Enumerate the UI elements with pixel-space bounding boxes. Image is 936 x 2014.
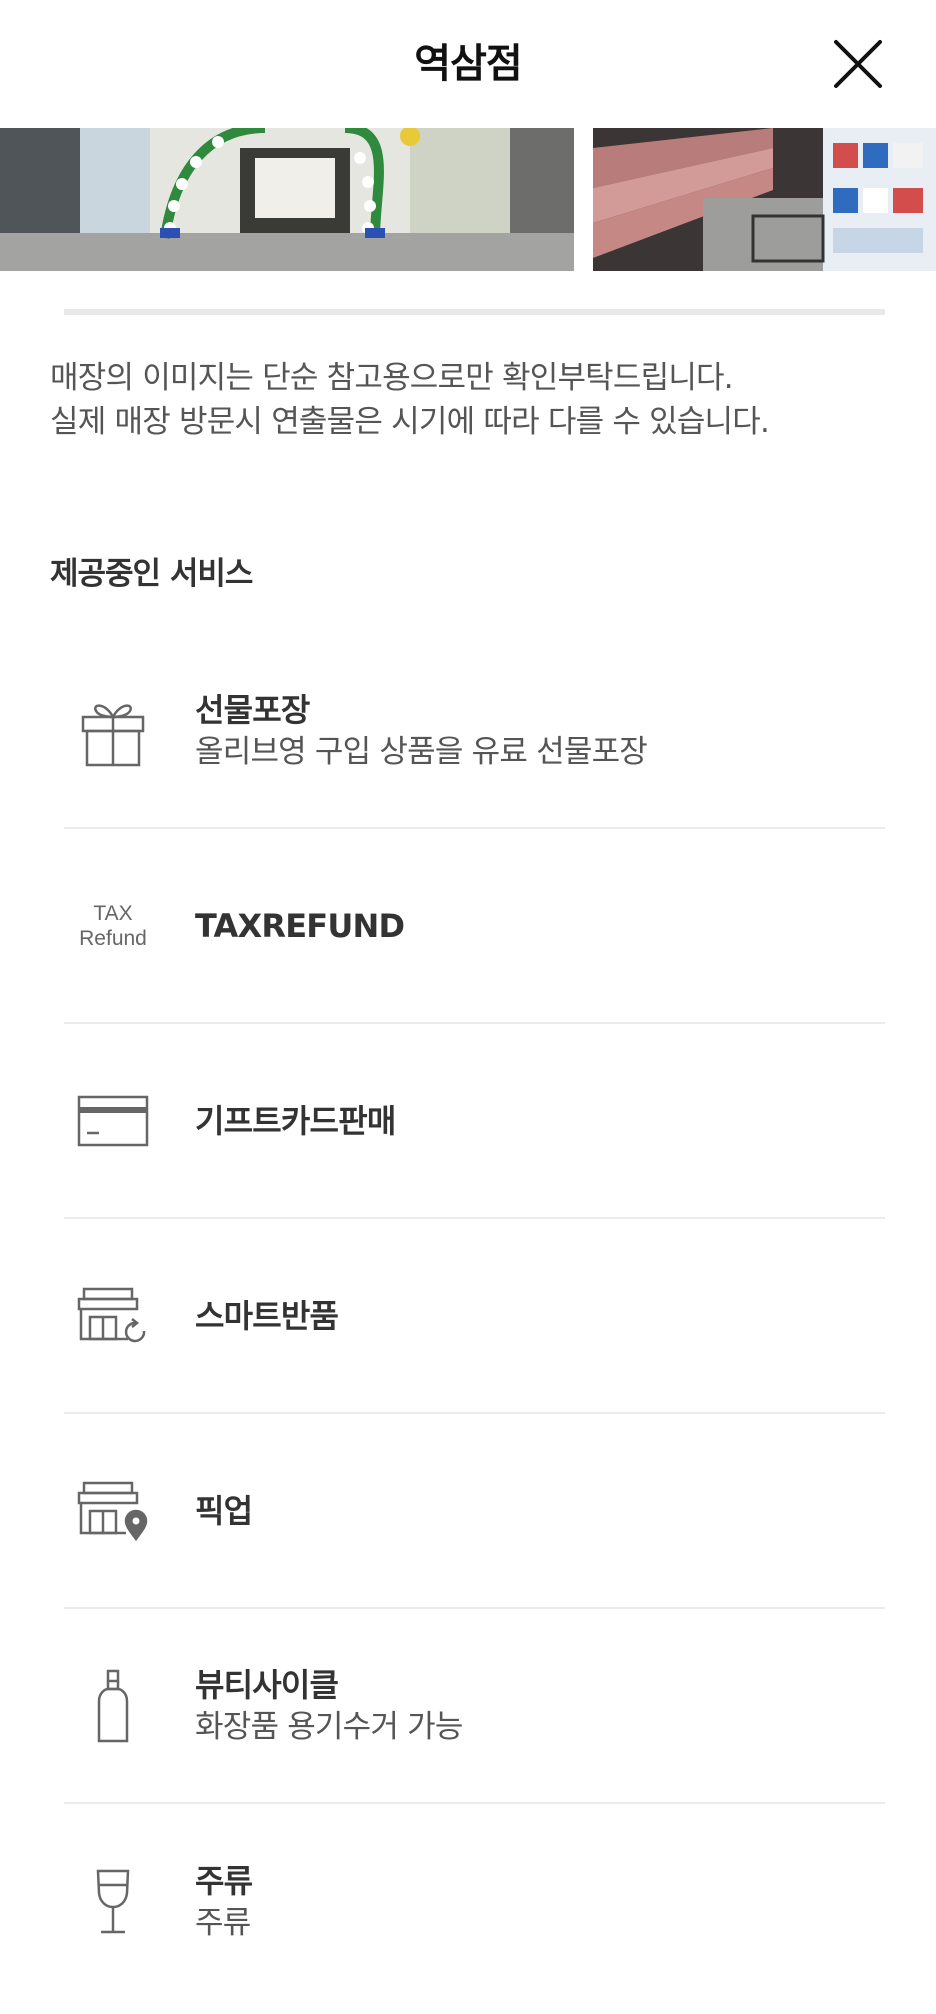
gift-icon <box>74 692 152 770</box>
service-list: 선물포장 올리브영 구입 상품을 유료 선물포장 TAX Refund TAXR… <box>64 634 885 1999</box>
tax-refund-icon-label-2: Refund <box>79 926 147 950</box>
service-item-gift-card: 기프트카드판매 <box>64 1024 885 1219</box>
service-name: 스마트반품 <box>195 1296 339 1335</box>
service-item-liquor: 주류 주류 <box>64 1804 885 1999</box>
service-desc: 화장품 용기수거 가능 <box>195 1708 463 1745</box>
store-photo-entrance[interactable] <box>0 128 574 271</box>
service-item-pickup: 픽업 <box>64 1414 885 1609</box>
service-name: 기프트카드판매 <box>195 1101 396 1140</box>
store-image-notice: 매장의 이미지는 단순 참고용으로만 확인부탁드립니다. 실제 매장 방문시 연… <box>50 356 910 444</box>
service-item-tax-refund: TAX Refund TAXREFUND <box>64 829 885 1024</box>
close-button[interactable] <box>832 38 884 90</box>
service-name: 주류 <box>195 1861 253 1900</box>
service-name: 선물포장 <box>195 690 310 729</box>
close-icon <box>834 40 882 88</box>
notice-line-2: 실제 매장 방문시 연출물은 시기에 따라 다를 수 있습니다. <box>50 404 770 440</box>
wine-glass-icon <box>74 1863 152 1941</box>
header: 역삼점 <box>0 0 936 128</box>
notice-line-1: 매장의 이미지는 단순 참고용으로만 확인부탁드립니다. <box>50 360 734 396</box>
store-photo-interior[interactable] <box>593 128 936 271</box>
service-item-gift-wrap: 선물포장 올리브영 구입 상품을 유료 선물포장 <box>64 634 885 829</box>
service-name: 뷰티사이클 <box>195 1665 339 1704</box>
tax-refund-icon: TAX Refund <box>74 887 152 965</box>
service-name: 픽업 <box>195 1491 253 1530</box>
tax-refund-icon-label-1: TAX <box>93 901 133 925</box>
service-desc: 주류 <box>195 1904 251 1941</box>
page-title: 역삼점 <box>414 41 522 87</box>
store-pin-icon <box>74 1472 152 1550</box>
services-section-title: 제공중인 서비스 <box>50 556 253 592</box>
store-return-icon <box>74 1277 152 1355</box>
service-name: TAXREFUND <box>195 906 405 945</box>
card-icon <box>74 1082 152 1160</box>
section-divider <box>64 309 885 315</box>
service-desc: 올리브영 구입 상품을 유료 선물포장 <box>195 733 648 770</box>
service-item-smart-return: 스마트반품 <box>64 1219 885 1414</box>
bottle-icon <box>74 1667 152 1745</box>
service-item-beauty-cycle: 뷰티사이클 화장품 용기수거 가능 <box>64 1609 885 1804</box>
store-photo-gallery[interactable] <box>0 128 936 271</box>
